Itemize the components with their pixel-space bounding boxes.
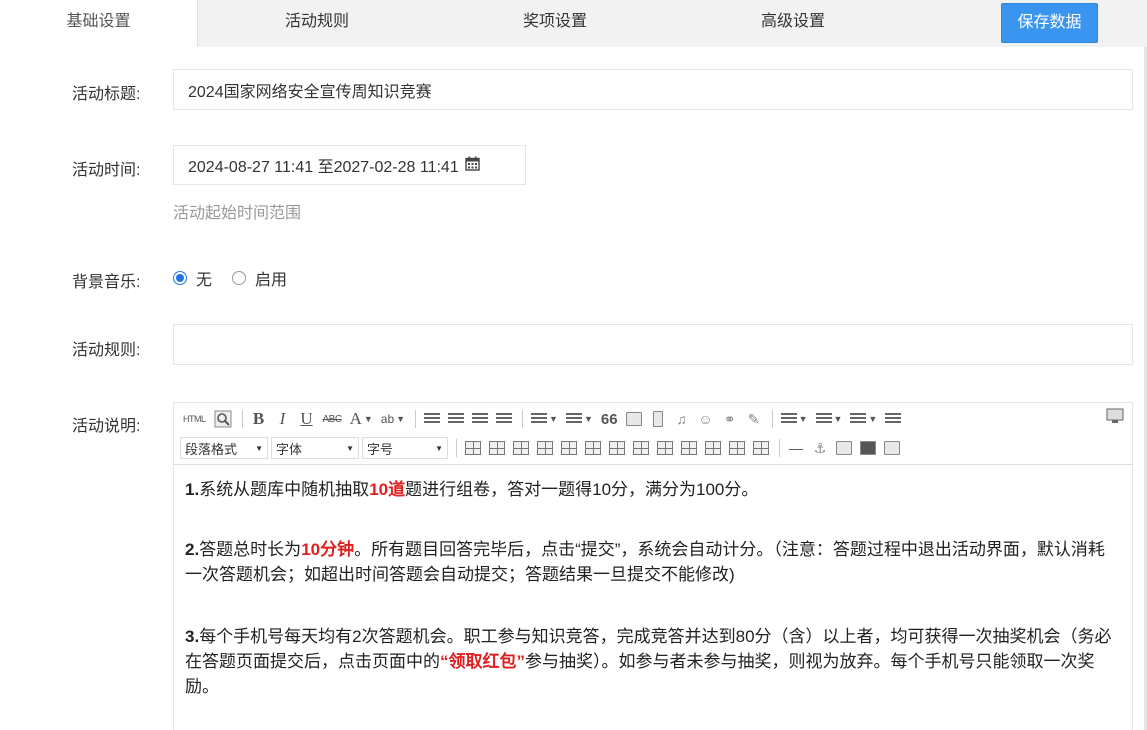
row-spacing-bottom-icon[interactable]: ▼ bbox=[813, 408, 846, 430]
merge-down-icon[interactable] bbox=[678, 437, 700, 459]
insert-col-icon[interactable] bbox=[558, 437, 580, 459]
radio-music-none-label[interactable]: 无 bbox=[196, 266, 212, 290]
highlight-button[interactable]: ab ▼ bbox=[378, 408, 408, 430]
rich-text-editor: HTML B I U ABC A ▼ ab ▼ ▼ ▼ 66 ♫ ☺ ⚭ ✎ ▼… bbox=[173, 402, 1133, 730]
radio-music-none[interactable] bbox=[173, 271, 187, 285]
emoji-icon[interactable]: ☺ bbox=[695, 408, 717, 430]
merge-right-icon[interactable] bbox=[654, 437, 676, 459]
align-center-icon[interactable] bbox=[445, 408, 467, 430]
ordered-list-icon[interactable]: ▼ bbox=[528, 408, 561, 430]
link-icon[interactable]: ⚭ bbox=[719, 408, 741, 430]
music-icon[interactable]: ♫ bbox=[671, 408, 693, 430]
radio-music-enable-label[interactable]: 启用 bbox=[255, 266, 287, 290]
fullscreen-icon[interactable] bbox=[1106, 408, 1124, 429]
merge-cells-icon[interactable] bbox=[630, 437, 652, 459]
row-spacing-top-icon[interactable]: ▼ bbox=[778, 408, 811, 430]
print-icon[interactable] bbox=[857, 437, 879, 459]
insert-frame-icon[interactable] bbox=[833, 437, 855, 459]
image-icon[interactable] bbox=[623, 408, 645, 430]
paragraph-format-label: 段落格式 bbox=[185, 441, 238, 457]
blockquote-icon[interactable]: 66 bbox=[598, 408, 621, 430]
paragraph-2: 2.答题总时长为10分钟。所有题目回答完毕后，点击“提交”，系统会自动计分。（注… bbox=[185, 540, 1105, 584]
rules-label: 活动规则: bbox=[72, 342, 141, 359]
tab-prize-settings[interactable]: 奖项设置 bbox=[436, 0, 674, 47]
font-color-label: A bbox=[349, 409, 362, 428]
insert-table-icon[interactable] bbox=[462, 437, 484, 459]
unordered-list-icon[interactable]: ▼ bbox=[563, 408, 596, 430]
save-data-button[interactable]: 保存数据 bbox=[1001, 3, 1098, 43]
paragraph-3: 3.每个手机号每天均有2次答题机会。职工参与知识竞答，完成竞答并达到80分（含）… bbox=[185, 627, 1112, 696]
insert-row-icon[interactable] bbox=[534, 437, 556, 459]
desc-label: 活动说明: bbox=[72, 418, 141, 435]
calendar-icon[interactable] bbox=[465, 156, 480, 174]
align-left-icon[interactable] bbox=[421, 408, 443, 430]
strikethrough-button[interactable]: ABC bbox=[320, 408, 345, 430]
split-rows-icon[interactable] bbox=[726, 437, 748, 459]
time-hint: 活动起始时间范围 bbox=[173, 205, 302, 222]
title-label: 活动标题: bbox=[72, 86, 141, 103]
split-cells-icon[interactable] bbox=[702, 437, 724, 459]
paragraph-1: 1.系统从题库中随机抽取10道题进行组卷，答对一题得10分，满分为100分。 bbox=[185, 480, 759, 499]
video-icon[interactable] bbox=[647, 408, 669, 430]
underline-button[interactable]: U bbox=[296, 408, 318, 430]
tab-advanced-settings[interactable]: 高级设置 bbox=[674, 0, 912, 47]
rules-input[interactable] bbox=[173, 324, 1133, 365]
preview-icon[interactable] bbox=[211, 408, 235, 430]
font-family-select[interactable]: 字体 ▼ bbox=[271, 437, 359, 459]
italic-button[interactable]: I bbox=[272, 408, 294, 430]
horizontal-rule-icon[interactable]: — bbox=[785, 437, 807, 459]
time-label: 活动时间: bbox=[72, 162, 141, 179]
paragraph-format-select[interactable]: 段落格式 ▼ bbox=[180, 437, 268, 459]
music-label: 背景音乐: bbox=[72, 274, 141, 291]
time-range-input[interactable]: 2024-08-27 11:41 至2027-02-28 11:41 bbox=[173, 145, 526, 185]
font-size-select[interactable]: 字号 ▼ bbox=[362, 437, 448, 459]
music-radio-group: 无 启用 bbox=[173, 267, 307, 289]
align-right-icon[interactable] bbox=[469, 408, 491, 430]
line-height-icon[interactable]: ▼ bbox=[847, 408, 880, 430]
editor-content[interactable]: 1.系统从题库中随机抽取10道题进行组卷，答对一题得10分，满分为100分。 2… bbox=[174, 465, 1132, 711]
title-input[interactable]: 2024国家网络安全宣传周知识竞赛 bbox=[173, 69, 1133, 110]
editor-toolbar: HTML B I U ABC A ▼ ab ▼ ▼ ▼ 66 ♫ ☺ ⚭ ✎ ▼… bbox=[174, 403, 1132, 465]
anchor-icon[interactable]: ⚓ bbox=[809, 437, 831, 459]
align-justify-icon[interactable] bbox=[493, 408, 515, 430]
highlight-label: ab bbox=[380, 412, 395, 426]
tab-bar: 基础设置 活动规则 奖项设置 高级设置 保存数据 bbox=[0, 0, 1147, 47]
indent-icon[interactable] bbox=[882, 408, 904, 430]
html-source-button[interactable]: HTML bbox=[180, 408, 209, 430]
delete-col-icon[interactable] bbox=[582, 437, 604, 459]
tab-activity-rules[interactable]: 活动规则 bbox=[198, 0, 436, 47]
font-family-label: 字体 bbox=[276, 441, 303, 457]
split-icon[interactable] bbox=[606, 437, 628, 459]
font-size-label: 字号 bbox=[367, 441, 394, 457]
font-color-button[interactable]: A ▼ bbox=[347, 408, 376, 430]
split-cols-icon[interactable] bbox=[750, 437, 772, 459]
bold-button[interactable]: B bbox=[248, 408, 270, 430]
insert-title-icon[interactable] bbox=[510, 437, 532, 459]
paste-icon[interactable] bbox=[881, 437, 903, 459]
time-range-value: 2024-08-27 11:41 至2027-02-28 11:41 bbox=[188, 159, 459, 176]
tab-basic-settings[interactable]: 基础设置 bbox=[0, 0, 198, 47]
radio-music-enable[interactable] bbox=[232, 271, 247, 285]
title-input-value: 2024国家网络安全宣传周知识竞赛 bbox=[188, 83, 432, 101]
eraser-icon[interactable]: ✎ bbox=[743, 408, 765, 430]
table-props-icon[interactable] bbox=[486, 437, 508, 459]
